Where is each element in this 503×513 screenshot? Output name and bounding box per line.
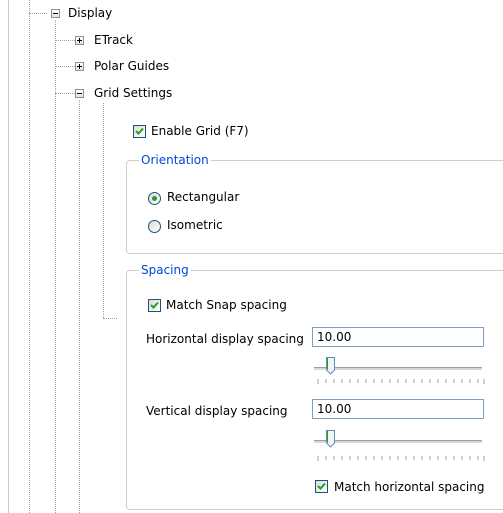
match-snap-spacing-label: Match Snap spacing bbox=[166, 298, 287, 312]
display-collapse-toggle[interactable] bbox=[51, 9, 60, 18]
vertical-spacing-slider-track[interactable] bbox=[314, 440, 482, 443]
isometric-label: Isometric bbox=[167, 218, 223, 232]
rectangular-label: Rectangular bbox=[167, 190, 240, 204]
vertical-spacing-slider-thumb[interactable] bbox=[326, 430, 335, 448]
match-horizontal-spacing-label: Match horizontal spacing bbox=[334, 480, 485, 494]
tree-line-outer bbox=[29, 0, 30, 513]
vertical-spacing-slider-ticks bbox=[317, 456, 485, 461]
horizontal-spacing-slider-ticks bbox=[317, 379, 485, 384]
enable-grid-label: Enable Grid (F7) bbox=[151, 124, 249, 138]
polar-guides-expand-toggle[interactable] bbox=[75, 62, 84, 71]
check-mark-icon bbox=[317, 482, 326, 490]
vertical-spacing-input[interactable]: 10.00 bbox=[312, 399, 484, 419]
tree-item-etrack[interactable]: ETrack bbox=[94, 33, 133, 47]
tree-item-grid-settings[interactable]: Grid Settings bbox=[94, 86, 172, 100]
horizontal-spacing-slider-track[interactable] bbox=[314, 367, 482, 370]
horizontal-spacing-label: Horizontal display spacing bbox=[146, 332, 304, 346]
tree-item-display[interactable]: Display bbox=[68, 6, 112, 20]
check-mark-icon bbox=[150, 301, 159, 309]
check-mark-icon bbox=[135, 127, 144, 135]
spacing-group-title: Spacing bbox=[139, 263, 191, 277]
match-horizontal-spacing-checkbox[interactable] bbox=[315, 480, 328, 493]
left-border bbox=[8, 0, 9, 513]
isometric-radio[interactable] bbox=[148, 220, 161, 233]
orientation-group-title: Orientation bbox=[139, 153, 211, 167]
match-snap-spacing-checkbox[interactable] bbox=[148, 299, 161, 312]
tree-line-grid bbox=[79, 100, 80, 513]
rectangular-radio[interactable] bbox=[148, 192, 161, 205]
etrack-expand-toggle[interactable] bbox=[75, 36, 84, 45]
horizontal-spacing-input[interactable]: 10.00 bbox=[312, 327, 484, 347]
orientation-group bbox=[126, 160, 503, 254]
tree-item-polar-guides[interactable]: Polar Guides bbox=[94, 59, 169, 73]
vertical-spacing-label: Vertical display spacing bbox=[146, 404, 288, 418]
horizontal-spacing-slider-thumb[interactable] bbox=[326, 357, 335, 375]
enable-grid-checkbox[interactable] bbox=[133, 125, 146, 138]
grid-settings-collapse-toggle[interactable] bbox=[75, 89, 84, 98]
